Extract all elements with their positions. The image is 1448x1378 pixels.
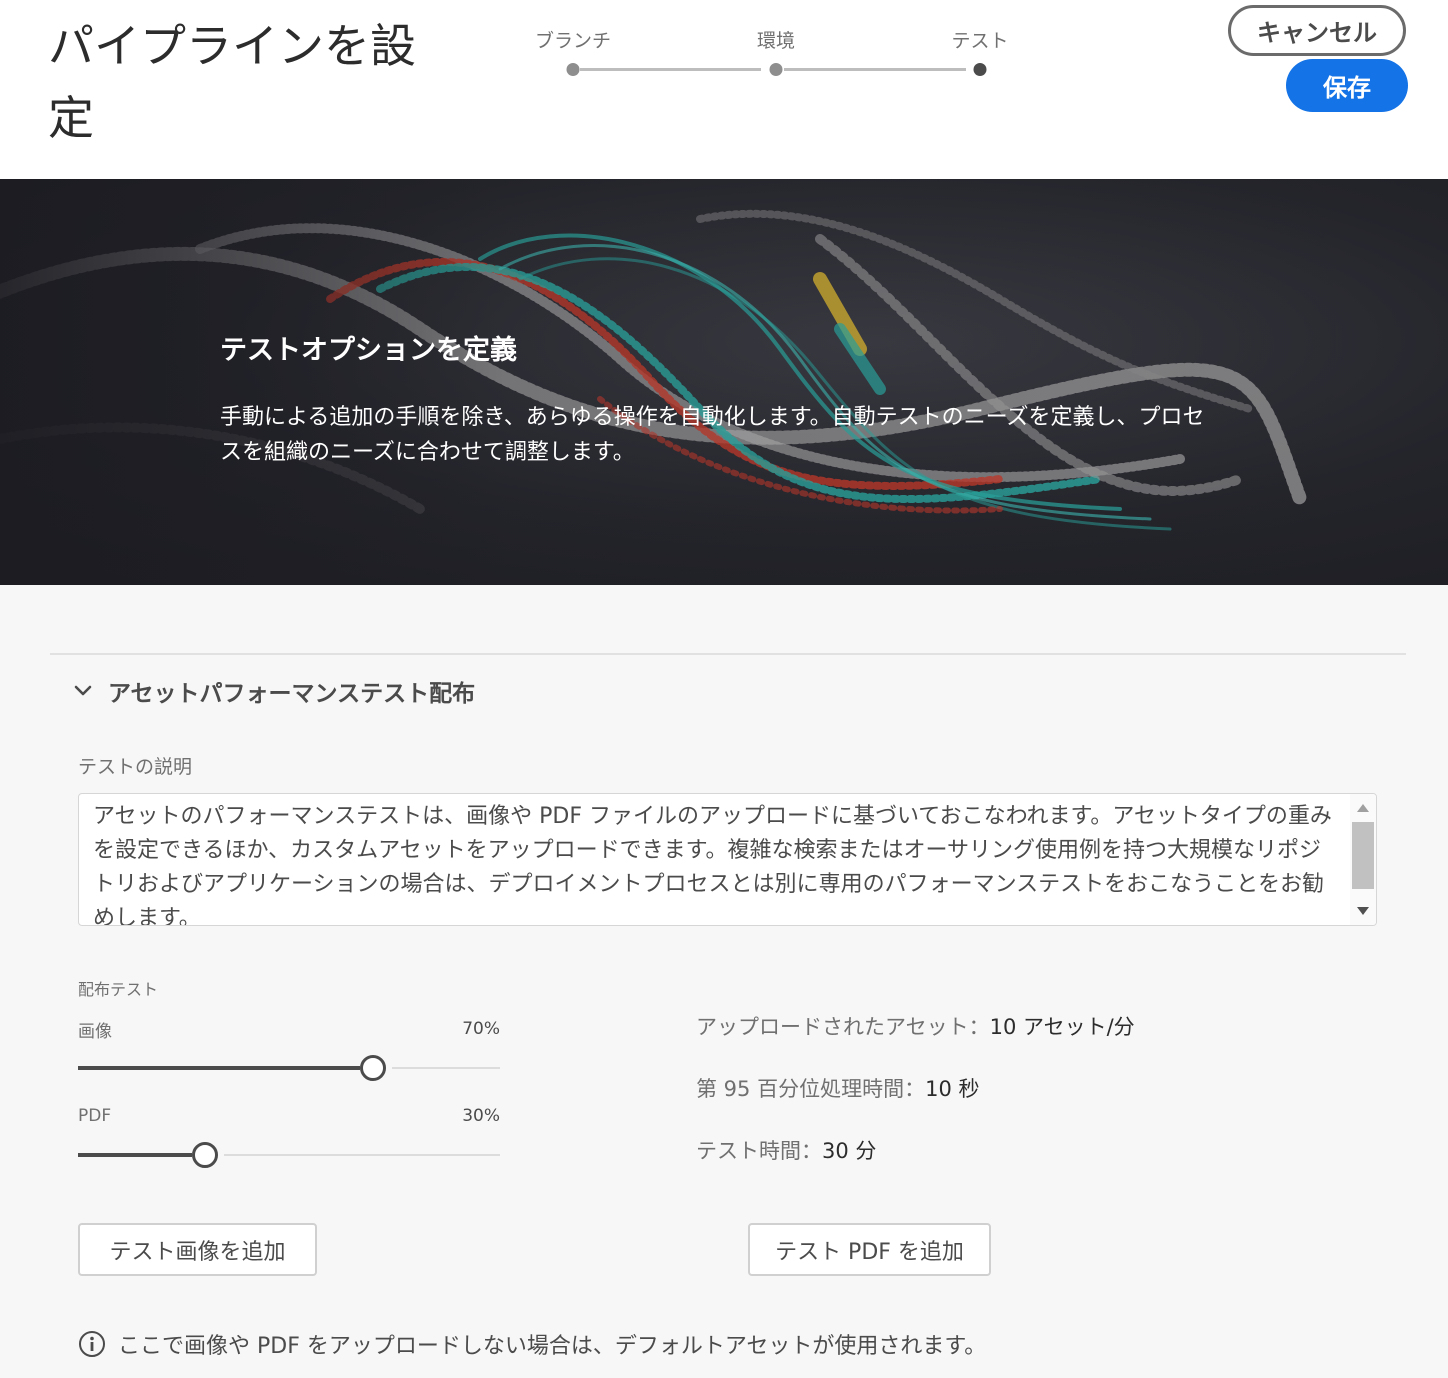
- distribution-label: 配布テスト: [78, 980, 159, 999]
- stat-label: アップロードされたアセット：: [696, 1015, 990, 1039]
- chevron-down-icon[interactable]: [72, 680, 94, 702]
- scroll-down-arrow-icon[interactable]: [1357, 907, 1369, 915]
- pdf-slider[interactable]: [78, 1140, 500, 1170]
- image-slider-value: 70%: [462, 1019, 500, 1039]
- page-title: パイプラインを設定: [48, 19, 416, 145]
- slider-handle[interactable]: [360, 1055, 386, 1081]
- accordion-header[interactable]: アセットパフォーマンステスト配布: [72, 674, 475, 708]
- hero-description: 手動による追加の手順を除き、あらゆる操作を自動化します。自動テストのニーズを定義…: [220, 405, 1205, 465]
- scroll-up-arrow-icon[interactable]: [1357, 804, 1369, 812]
- step-connector: [784, 68, 966, 71]
- step-dot-environment[interactable]: [769, 63, 783, 76]
- section-divider: [50, 653, 1406, 655]
- step-dot-test[interactable]: [973, 63, 987, 76]
- image-slider-label: 画像: [78, 1022, 112, 1042]
- slider-track[interactable]: [392, 1067, 500, 1069]
- pdf-slider-value: 30%: [462, 1106, 500, 1126]
- stat-value: 10 秒: [925, 1077, 980, 1101]
- info-icon: [79, 1331, 105, 1357]
- add-test-image-button[interactable]: テスト画像を追加: [78, 1223, 317, 1276]
- save-button[interactable]: 保存: [1286, 59, 1408, 112]
- header: パイプラインを設定 ブランチ 環境 テスト キャンセル 保存: [0, 0, 1448, 179]
- step-label-environment: 環境: [756, 30, 796, 52]
- step-label-test: テスト: [951, 30, 1009, 52]
- scroll-thumb[interactable]: [1352, 822, 1374, 889]
- image-slider[interactable]: [78, 1053, 500, 1083]
- hero-title: テストオプションを定義: [220, 335, 517, 366]
- stat-value: 10 アセット/分: [989, 1015, 1135, 1039]
- stat-test-duration: テスト時間：30 分: [696, 1135, 876, 1165]
- stat-uploaded-assets: アップロードされたアセット：10 アセット/分: [696, 1011, 1135, 1041]
- stat-label: 第 95 百分位処理時間：: [696, 1077, 926, 1101]
- step-connector: [580, 68, 761, 71]
- info-text: ここで画像や PDF をアップロードしない場合は、デフォルトアセットが使用されま…: [118, 1334, 987, 1359]
- hero-background-graphic: [0, 179, 1448, 585]
- add-test-pdf-button[interactable]: テスト PDF を追加: [748, 1223, 991, 1276]
- slider-fill: [78, 1153, 192, 1157]
- test-description-text[interactable]: アセットのパフォーマンステストは、画像や PDF ファイルのアップロードに基づい…: [93, 800, 1333, 925]
- slider-track[interactable]: [224, 1154, 500, 1156]
- test-description-textarea[interactable]: アセットのパフォーマンステストは、画像や PDF ファイルのアップロードに基づい…: [78, 793, 1377, 926]
- cancel-button[interactable]: キャンセル: [1228, 5, 1406, 56]
- stat-label: テスト時間：: [696, 1139, 822, 1163]
- stat-95th-percentile: 第 95 百分位処理時間：10 秒: [696, 1073, 979, 1103]
- pdf-slider-label: PDF: [78, 1106, 112, 1126]
- section-title: アセットパフォーマンステスト配布: [108, 681, 476, 707]
- info-message: ここで画像や PDF をアップロードしない場合は、デフォルトアセットが使用されま…: [78, 1328, 986, 1360]
- hero-banner: テストオプションを定義 手動による追加の手順を除き、あらゆる操作を自動化します。…: [0, 179, 1448, 585]
- slider-handle[interactable]: [192, 1142, 218, 1168]
- progress-stepper: ブランチ 環境 テスト: [530, 22, 1010, 82]
- description-label: テストの説明: [78, 756, 193, 778]
- step-dot-branch[interactable]: [566, 63, 580, 76]
- step-label-branch: ブランチ: [534, 30, 612, 52]
- textarea-scrollbar[interactable]: [1350, 794, 1376, 925]
- stat-value: 30 分: [822, 1139, 877, 1163]
- slider-fill: [78, 1066, 360, 1070]
